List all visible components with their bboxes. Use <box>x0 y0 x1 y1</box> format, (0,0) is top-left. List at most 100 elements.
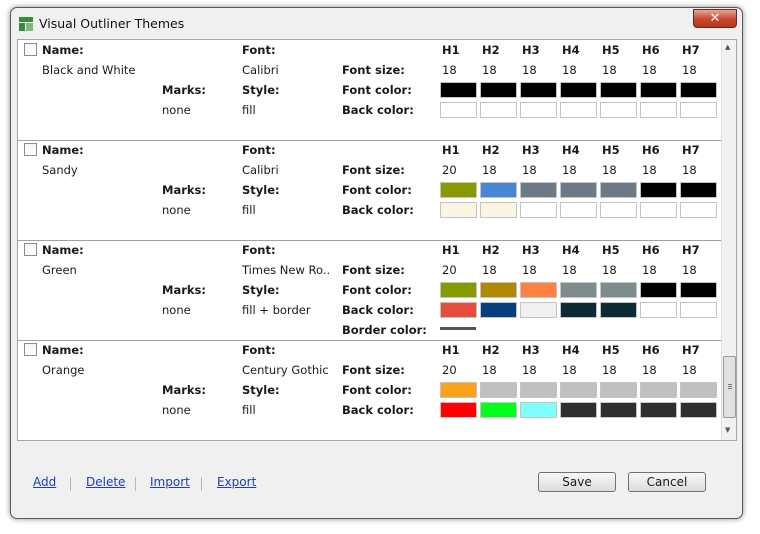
theme-select-checkbox[interactable] <box>24 43 37 56</box>
font-size-value[interactable]: 18 <box>562 363 577 377</box>
font-color-swatch[interactable] <box>680 182 717 198</box>
font-color-swatch[interactable] <box>520 82 557 98</box>
back-color-swatch[interactable] <box>680 202 717 218</box>
theme-name[interactable]: Orange <box>42 363 85 377</box>
font-color-swatch[interactable] <box>640 282 677 298</box>
font-color-swatch[interactable] <box>600 382 637 398</box>
style-value[interactable]: fill <box>242 403 256 417</box>
font-value[interactable]: Century Gothic <box>242 363 330 377</box>
back-color-swatch[interactable] <box>520 102 557 118</box>
close-button[interactable]: ✕ <box>693 9 737 28</box>
font-size-value[interactable]: 18 <box>482 63 497 77</box>
marks-value[interactable]: none <box>162 203 191 217</box>
font-size-value[interactable]: 18 <box>522 363 537 377</box>
back-color-swatch[interactable] <box>640 302 677 318</box>
font-size-value[interactable]: 18 <box>682 263 697 277</box>
save-button[interactable]: Save <box>538 472 616 492</box>
add-link[interactable]: Add <box>33 475 56 489</box>
font-color-swatch[interactable] <box>440 182 477 198</box>
back-color-swatch[interactable] <box>440 302 477 318</box>
back-color-swatch[interactable] <box>480 202 517 218</box>
font-size-value[interactable]: 18 <box>682 363 697 377</box>
font-size-value[interactable]: 18 <box>482 263 497 277</box>
back-color-swatch[interactable] <box>480 102 517 118</box>
font-size-value[interactable]: 18 <box>482 363 497 377</box>
vertical-scrollbar[interactable]: ▲ ▼ <box>721 40 736 440</box>
font-color-swatch[interactable] <box>560 182 597 198</box>
back-color-swatch[interactable] <box>600 102 637 118</box>
font-color-swatch[interactable] <box>600 82 637 98</box>
style-value[interactable]: fill <box>242 203 256 217</box>
font-color-swatch[interactable] <box>600 182 637 198</box>
cancel-button[interactable]: Cancel <box>628 472 706 492</box>
back-color-swatch[interactable] <box>480 302 517 318</box>
font-size-value[interactable]: 18 <box>602 363 617 377</box>
scrollbar-thumb[interactable] <box>723 356 736 418</box>
font-color-swatch[interactable] <box>480 182 517 198</box>
font-size-value[interactable]: 20 <box>442 363 457 377</box>
back-color-swatch[interactable] <box>600 302 637 318</box>
font-color-swatch[interactable] <box>480 82 517 98</box>
font-color-swatch[interactable] <box>640 182 677 198</box>
font-color-swatch[interactable] <box>680 282 717 298</box>
font-color-swatch[interactable] <box>520 282 557 298</box>
back-color-swatch[interactable] <box>440 402 477 418</box>
theme-select-checkbox[interactable] <box>24 143 37 156</box>
font-color-swatch[interactable] <box>440 82 477 98</box>
back-color-swatch[interactable] <box>640 202 677 218</box>
font-size-value[interactable]: 18 <box>562 163 577 177</box>
back-color-swatch[interactable] <box>440 202 477 218</box>
font-size-value[interactable]: 18 <box>682 63 697 77</box>
font-color-swatch[interactable] <box>640 82 677 98</box>
marks-value[interactable]: none <box>162 303 191 317</box>
font-color-swatch[interactable] <box>520 382 557 398</box>
font-color-swatch[interactable] <box>680 82 717 98</box>
font-size-value[interactable]: 18 <box>442 63 457 77</box>
back-color-swatch[interactable] <box>440 102 477 118</box>
style-value[interactable]: fill <box>242 103 256 117</box>
font-color-swatch[interactable] <box>440 282 477 298</box>
font-value[interactable]: Calibri <box>242 163 330 177</box>
font-color-swatch[interactable] <box>680 382 717 398</box>
font-size-value[interactable]: 18 <box>602 63 617 77</box>
font-color-swatch[interactable] <box>520 182 557 198</box>
back-color-swatch[interactable] <box>680 302 717 318</box>
font-value[interactable]: Times New Ro... <box>242 263 330 277</box>
font-size-value[interactable]: 18 <box>602 263 617 277</box>
font-size-value[interactable]: 18 <box>522 163 537 177</box>
back-color-swatch[interactable] <box>520 402 557 418</box>
font-size-value[interactable]: 18 <box>482 163 497 177</box>
font-color-swatch[interactable] <box>640 382 677 398</box>
back-color-swatch[interactable] <box>520 202 557 218</box>
back-color-swatch[interactable] <box>560 402 597 418</box>
font-color-swatch[interactable] <box>480 282 517 298</box>
font-size-value[interactable]: 18 <box>642 363 657 377</box>
theme-name[interactable]: Sandy <box>42 163 78 177</box>
font-size-value[interactable]: 18 <box>602 163 617 177</box>
back-color-swatch[interactable] <box>480 402 517 418</box>
back-color-swatch[interactable] <box>520 302 557 318</box>
font-color-swatch[interactable] <box>600 282 637 298</box>
border-color-swatch[interactable] <box>440 327 476 330</box>
font-color-swatch[interactable] <box>560 382 597 398</box>
font-size-value[interactable]: 20 <box>442 263 457 277</box>
font-color-swatch[interactable] <box>480 382 517 398</box>
back-color-swatch[interactable] <box>600 202 637 218</box>
delete-link[interactable]: Delete <box>86 475 125 489</box>
back-color-swatch[interactable] <box>600 402 637 418</box>
font-size-value[interactable]: 18 <box>562 263 577 277</box>
back-color-swatch[interactable] <box>640 402 677 418</box>
font-size-value[interactable]: 18 <box>642 263 657 277</box>
back-color-swatch[interactable] <box>680 402 717 418</box>
theme-select-checkbox[interactable] <box>24 243 37 256</box>
font-size-value[interactable]: 18 <box>682 163 697 177</box>
font-size-value[interactable]: 18 <box>642 163 657 177</box>
back-color-swatch[interactable] <box>560 302 597 318</box>
style-value[interactable]: fill + border <box>242 303 311 317</box>
font-size-value[interactable]: 20 <box>442 163 457 177</box>
back-color-swatch[interactable] <box>680 102 717 118</box>
import-link[interactable]: Import <box>150 475 190 489</box>
back-color-swatch[interactable] <box>560 102 597 118</box>
font-size-value[interactable]: 18 <box>522 263 537 277</box>
font-size-value[interactable]: 18 <box>522 63 537 77</box>
